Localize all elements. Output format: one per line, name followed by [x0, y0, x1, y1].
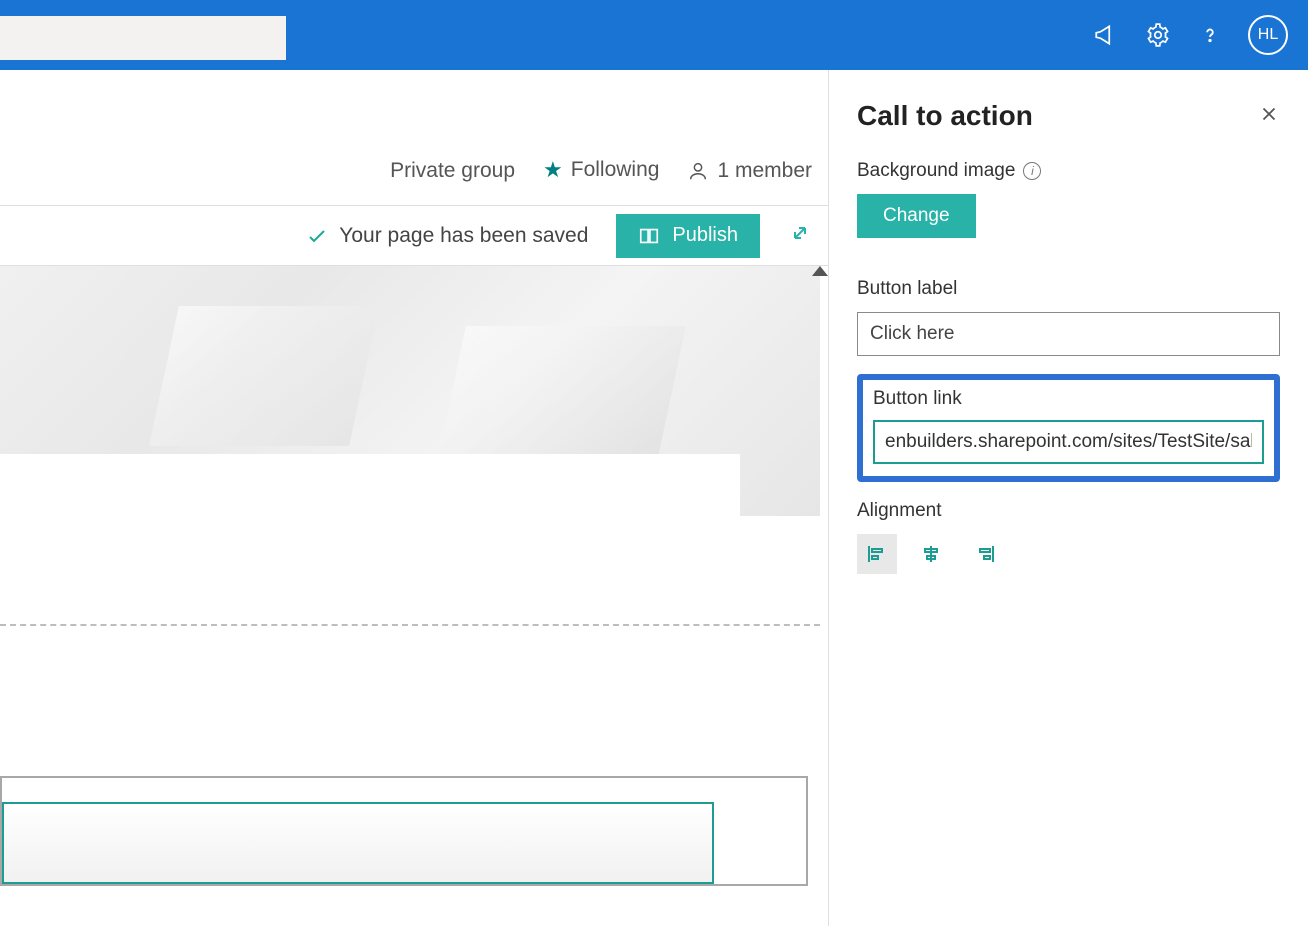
book-icon — [638, 225, 660, 247]
background-image-group: Background image i Change — [857, 160, 1280, 260]
avatar-initials: HL — [1258, 26, 1278, 44]
scroll-up-arrow[interactable] — [812, 266, 828, 276]
help-icon[interactable] — [1196, 21, 1224, 49]
close-icon[interactable] — [1258, 103, 1280, 130]
group-type-label: Private group — [390, 159, 515, 183]
members-label: 1 member — [717, 159, 812, 183]
top-bar-right: HL — [1092, 15, 1296, 55]
background-image-label: Background image — [857, 160, 1015, 182]
align-right-button[interactable] — [965, 534, 1005, 574]
search-input[interactable] — [0, 16, 286, 60]
publish-button[interactable]: Publish — [616, 214, 760, 258]
saved-status: Your page has been saved — [305, 224, 588, 248]
align-center-button[interactable] — [911, 534, 951, 574]
section-divider — [0, 624, 820, 626]
align-left-icon — [865, 542, 889, 566]
align-right-icon — [973, 542, 997, 566]
expand-icon[interactable] — [788, 221, 812, 250]
star-icon: ★ — [543, 157, 563, 183]
button-link-input[interactable] — [873, 420, 1264, 464]
alignment-label: Alignment — [857, 500, 1280, 522]
button-label-group: Button label — [857, 278, 1280, 356]
action-row: Your page has been saved Publish — [0, 206, 828, 266]
button-link-highlight: Button link — [857, 374, 1280, 482]
change-image-button[interactable]: Change — [857, 194, 976, 238]
align-left-button[interactable] — [857, 534, 897, 574]
alignment-options — [857, 534, 1280, 574]
button-link-label: Button link — [873, 388, 1264, 410]
webpart-selected[interactable] — [2, 802, 714, 884]
webpart-container[interactable] — [0, 776, 808, 886]
megaphone-icon[interactable] — [1092, 21, 1120, 49]
following-label: Following — [571, 158, 660, 182]
panel-title: Call to action — [857, 100, 1033, 132]
page-area: Private group ★ Following 1 member Your … — [0, 70, 828, 926]
change-label: Change — [883, 205, 950, 226]
saved-message: Your page has been saved — [339, 224, 588, 248]
avatar[interactable]: HL — [1248, 15, 1288, 55]
button-label-input[interactable] — [857, 312, 1280, 356]
alignment-group: Alignment — [857, 500, 1280, 574]
top-bar: HL — [0, 0, 1308, 70]
gear-icon[interactable] — [1144, 21, 1172, 49]
person-icon — [687, 160, 709, 182]
publish-label: Publish — [672, 224, 738, 247]
background-image-label-row: Background image i — [857, 160, 1280, 182]
properties-panel: Call to action Background image i Change… — [828, 70, 1308, 926]
top-bar-left — [0, 0, 286, 70]
info-icon[interactable]: i — [1023, 162, 1041, 180]
check-icon — [305, 224, 329, 248]
align-center-icon — [919, 542, 943, 566]
content-overlay — [0, 454, 740, 624]
members-link[interactable]: 1 member — [687, 159, 812, 183]
page-canvas — [0, 266, 828, 926]
panel-header: Call to action — [857, 100, 1280, 132]
button-label-label: Button label — [857, 278, 1280, 300]
following-toggle[interactable]: ★ Following — [543, 157, 659, 183]
site-info-row: Private group ★ Following 1 member — [0, 70, 828, 206]
